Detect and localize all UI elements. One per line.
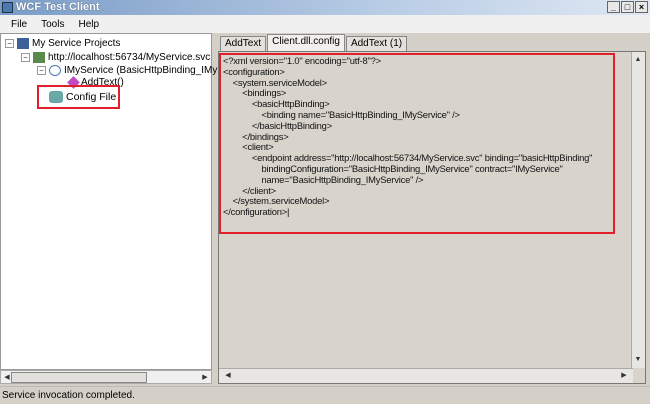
scroll-thumb[interactable]: [11, 372, 147, 383]
tab-addtext-1[interactable]: AddText (1): [345, 36, 408, 51]
tab-addtext[interactable]: AddText: [220, 36, 267, 51]
projects-icon: [17, 38, 29, 49]
tree-label: My Service Projects: [32, 38, 121, 49]
editor-vertical-scrollbar[interactable]: ▲ ▼: [631, 52, 645, 368]
service-icon: [33, 52, 45, 63]
editor-horizontal-scrollbar[interactable]: ◀ ▶: [219, 368, 633, 383]
menu-tools[interactable]: Tools: [36, 19, 69, 30]
close-button[interactable]: ×: [635, 1, 648, 13]
collapse-icon[interactable]: −: [37, 66, 46, 75]
menu-help[interactable]: Help: [73, 19, 104, 30]
config-file-highlight: [37, 85, 120, 109]
scroll-down-icon[interactable]: ▼: [633, 354, 643, 365]
tree-node-endpoint[interactable]: − http://localhost:56734/MyService.svc: [21, 52, 210, 63]
tree-horizontal-scrollbar[interactable]: ◀ ▶: [0, 370, 212, 384]
status-bar: Service invocation completed.: [0, 386, 650, 404]
contract-icon: [49, 65, 61, 76]
menu-file[interactable]: File: [6, 19, 32, 30]
tree-node-projects[interactable]: − My Service Projects: [5, 38, 120, 49]
service-tree: − My Service Projects − http://localhost…: [0, 33, 254, 370]
minimize-button[interactable]: _: [607, 1, 620, 13]
scroll-right-icon[interactable]: ▶: [619, 370, 629, 381]
window-title: WCF Test Client: [16, 1, 100, 13]
config-editor[interactable]: <?xml version="1.0" encoding="utf-8"?> <…: [218, 51, 646, 384]
scroll-up-icon[interactable]: ▲: [633, 54, 643, 65]
collapse-icon[interactable]: −: [5, 39, 14, 48]
scroll-right-icon[interactable]: ▶: [200, 372, 210, 383]
collapse-icon[interactable]: −: [21, 53, 30, 62]
title-bar: WCF Test Client _ □ ×: [0, 0, 650, 15]
document-panel: AddText Client.dll.config AddText (1) <?…: [216, 33, 648, 385]
maximize-button[interactable]: □: [621, 1, 634, 13]
app-icon: [2, 2, 13, 13]
menu-bar: File Tools Help: [0, 15, 650, 33]
tab-client-config[interactable]: Client.dll.config: [267, 34, 345, 51]
scroll-left-icon[interactable]: ◀: [223, 370, 233, 381]
status-text: Service invocation completed.: [2, 390, 135, 401]
tree-label: http://localhost:56734/MyService.svc: [48, 52, 211, 63]
config-highlight: [219, 53, 615, 234]
